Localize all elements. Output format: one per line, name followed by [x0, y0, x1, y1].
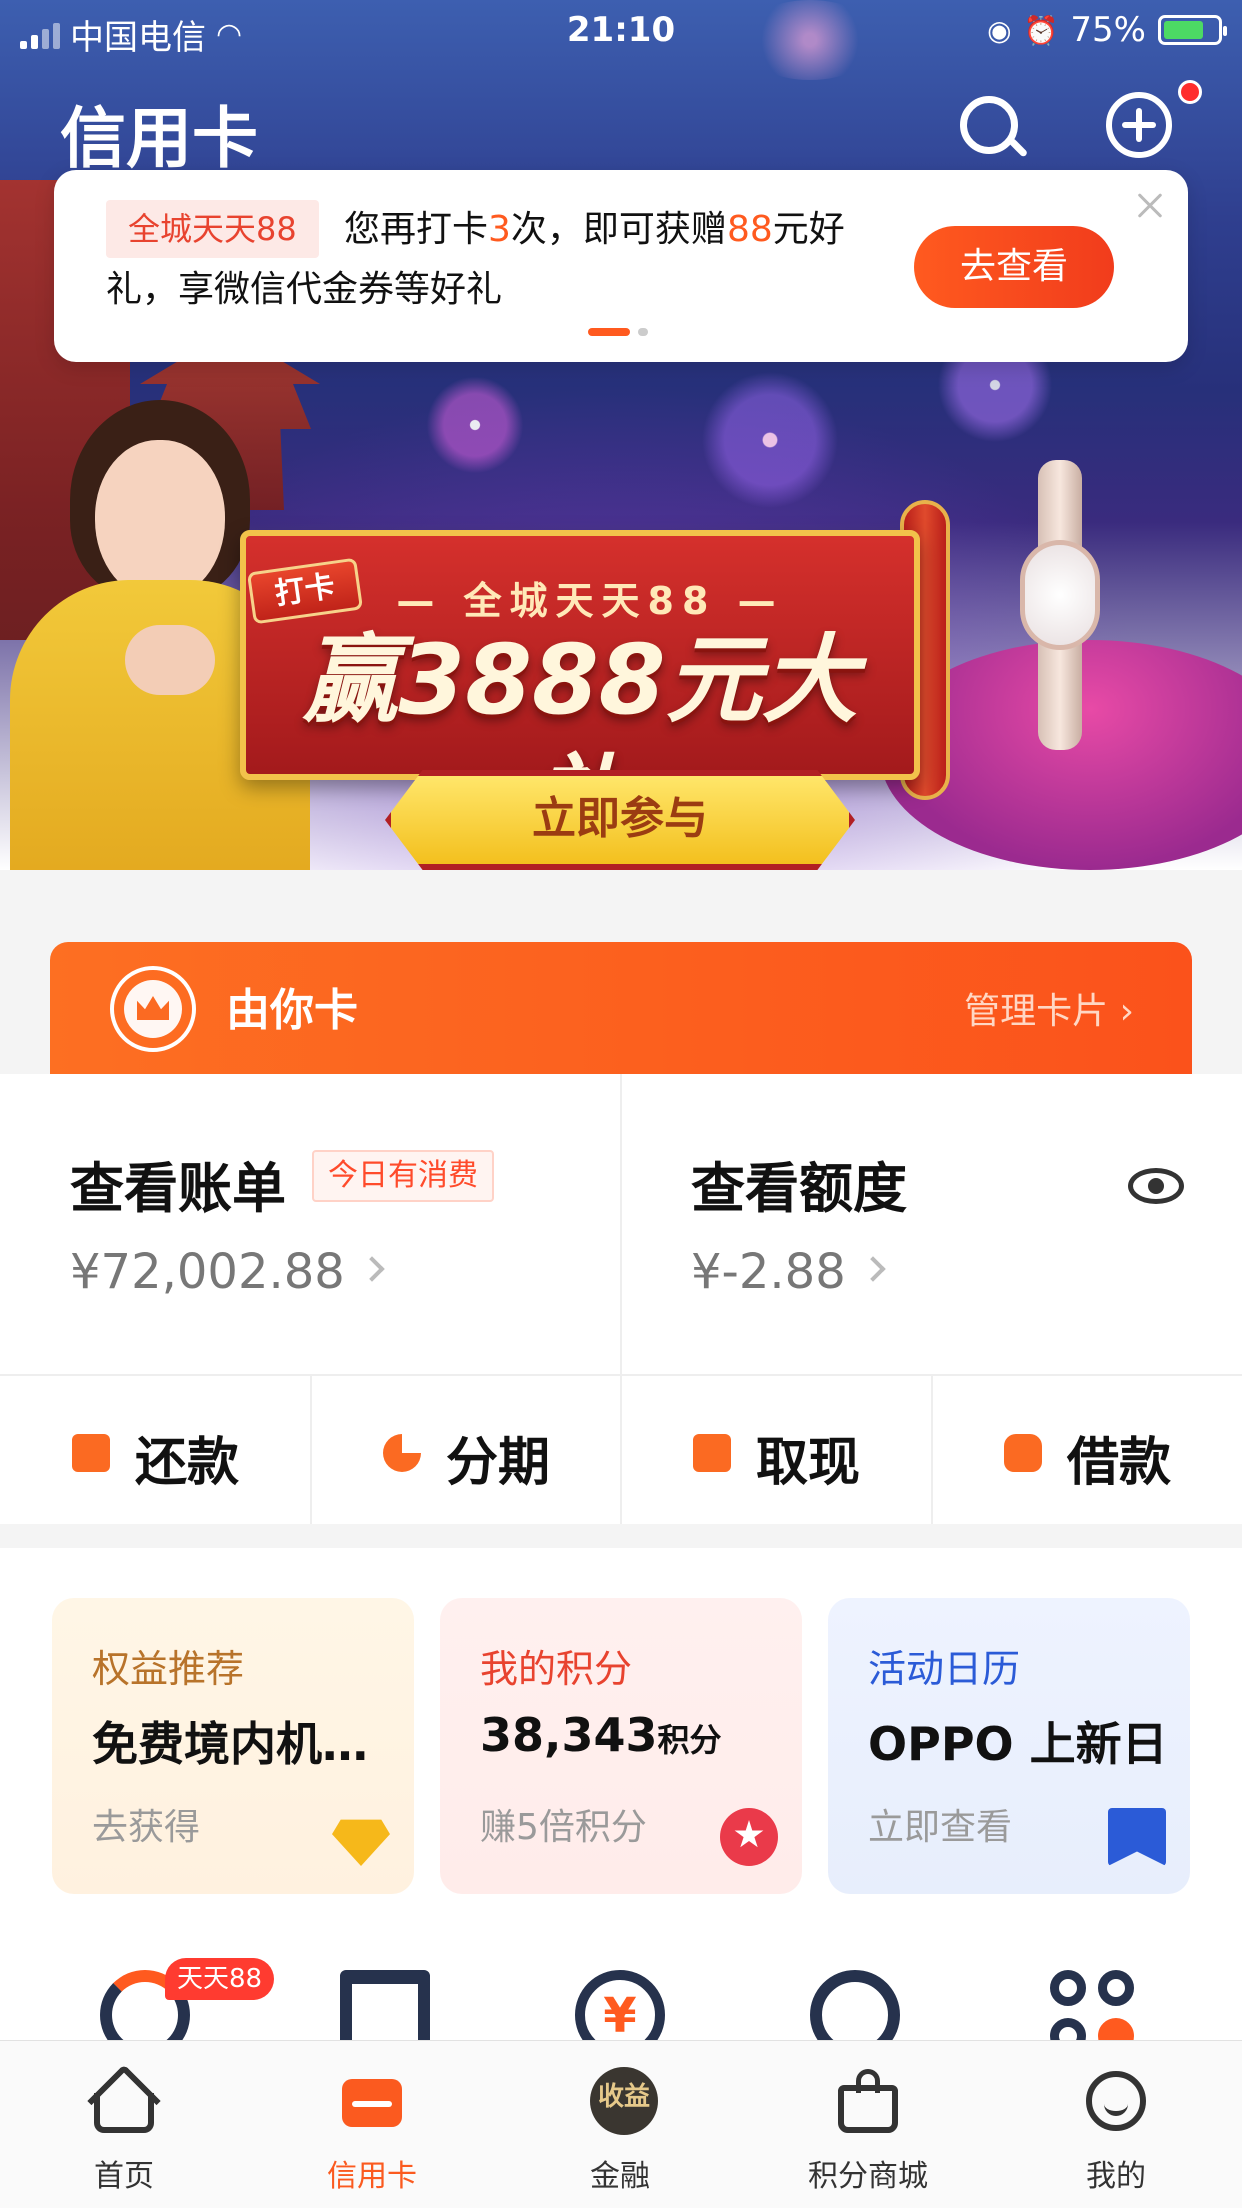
calendar-card[interactable]: 活动日历 OPPO 上新日 立即查看	[828, 1598, 1190, 1894]
finance-shortcut[interactable]: ¥	[565, 1960, 675, 2060]
limit-title: 查看额度	[691, 1157, 907, 1220]
card-header[interactable]: 由你卡 管理卡片 ›	[50, 942, 1192, 1074]
alarm-icon: ⏰	[1023, 13, 1059, 47]
tab-bar: 首页 信用卡 收益 金融 积分商城 我的	[0, 2040, 1242, 2208]
bill-amount[interactable]: ¥72,002.88	[70, 1244, 385, 1300]
installment-button[interactable]: 分期	[311, 1376, 621, 1524]
status-bar: 中国电信 ◠ 21:10 ◉ ⏰ 75%	[0, 0, 1242, 60]
notice-text: 您再打卡3次，即可获赠88元好礼，享微信代金券等好礼	[106, 209, 845, 310]
search-icon[interactable]	[952, 88, 1032, 168]
pager-dot-active	[588, 328, 630, 336]
quick-badge: 天天88	[165, 1958, 275, 2000]
loan-button[interactable]: 借款	[932, 1376, 1242, 1524]
bill-title: 查看账单	[70, 1157, 286, 1220]
limit-amount[interactable]: ¥-2.88	[691, 1244, 886, 1300]
banner-cta-button[interactable]: 立即参与	[385, 770, 855, 870]
view-button[interactable]: 去查看	[914, 226, 1114, 308]
tab-home[interactable]: 首页	[0, 2041, 248, 2208]
shopping-bag-icon	[838, 2085, 898, 2133]
bookmark-icon	[1108, 1808, 1166, 1866]
pie-chart-icon	[383, 1434, 421, 1472]
more-apps-shortcut[interactable]	[1040, 1960, 1150, 2054]
repay-button[interactable]: 还款	[0, 1376, 310, 1524]
plus-circle-icon[interactable]	[1100, 86, 1180, 166]
smiley-icon	[1086, 2071, 1146, 2131]
diamond-icon	[332, 1819, 390, 1866]
rotation-lock-icon: ◉	[987, 13, 1012, 47]
account-panel: 查看账单 今日有消费 ¥72,002.88 查看额度 ¥-2.88 还款 分期 …	[0, 1074, 1242, 1524]
tab-credit-card[interactable]: 信用卡	[248, 2041, 496, 2208]
banner-headline: 赢3888元大礼	[302, 624, 858, 856]
close-icon[interactable]	[1132, 188, 1168, 224]
gift-shortcut[interactable]	[330, 1960, 440, 2060]
firework-decoration	[420, 370, 530, 480]
eye-icon[interactable]	[1128, 1168, 1184, 1204]
limit-section[interactable]: 查看额度 ¥-2.88	[621, 1074, 1242, 1374]
cash-withdraw-button[interactable]: 取现	[621, 1376, 931, 1524]
page-title: 信用卡	[60, 100, 258, 177]
pager-dots	[588, 328, 648, 336]
tab-me[interactable]: 我的	[992, 2041, 1240, 2208]
credit-card-icon	[342, 2079, 402, 2127]
points-card[interactable]: 我的积分 38,343积分 赚5倍积分	[440, 1598, 802, 1894]
firework-decoration	[690, 360, 850, 520]
star-badge-icon	[720, 1808, 778, 1866]
finance-icon: 收益	[590, 2067, 658, 2135]
benefits-card[interactable]: 权益推荐 免费境内机… 去获得	[52, 1598, 414, 1894]
pager-dot	[638, 328, 648, 336]
chevron-right-icon	[359, 1256, 385, 1282]
manage-cards-link[interactable]: 管理卡片 ›	[964, 982, 1134, 1034]
banner-subtitle: — 全城天天88 —	[396, 579, 784, 623]
card-name: 由你卡	[226, 985, 358, 1036]
battery-percent: 75%	[1070, 10, 1146, 50]
money-bag-icon	[1004, 1434, 1042, 1472]
watch-image	[1020, 460, 1100, 750]
heart-shortcut[interactable]	[800, 1960, 910, 2060]
crown-icon	[110, 966, 196, 1052]
notification-dot	[1178, 80, 1202, 104]
bill-section[interactable]: 查看账单 今日有消费 ¥72,002.88	[0, 1074, 621, 1374]
repay-icon	[72, 1434, 110, 1472]
cash-icon	[693, 1434, 731, 1472]
spending-badge: 今日有消费	[312, 1150, 494, 1202]
tab-points-mall[interactable]: 积分商城	[744, 2041, 992, 2208]
battery-icon	[1158, 15, 1227, 45]
chevron-right-icon	[860, 1256, 886, 1282]
tab-finance[interactable]: 收益 金融	[496, 2041, 744, 2208]
notice-card[interactable]: 全城天天88 您再打卡3次，即可获赠88元好礼，享微信代金券等好礼 去查看	[54, 170, 1188, 362]
